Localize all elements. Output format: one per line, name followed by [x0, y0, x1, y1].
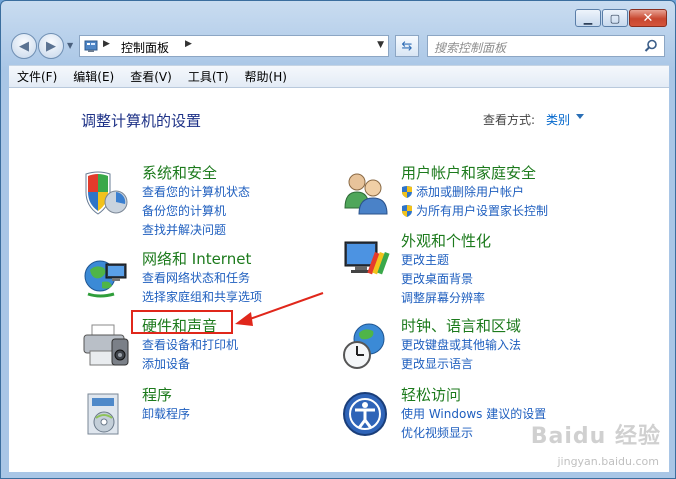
- view-by-label: 查看方式:: [483, 113, 536, 127]
- link-add-remove-accounts[interactable]: 添加或删除用户帐户: [401, 183, 548, 202]
- category-heading-user-accounts[interactable]: 用户帐户和家庭安全: [401, 162, 536, 183]
- control-panel-window: ▁ ▢ ✕ ◀ ▶ ▼ ▶ 控制面板 ▶ ▼ ⇆ 搜索控制面板 文件(F) 编辑…: [0, 0, 676, 479]
- menu-tools[interactable]: 工具(T): [180, 68, 237, 85]
- recent-pages-dropdown[interactable]: ▼: [67, 41, 73, 50]
- printer-icon[interactable]: [82, 321, 132, 371]
- network-globe-icon[interactable]: [82, 254, 132, 304]
- uac-shield-icon: [402, 186, 412, 198]
- uac-shield-icon: [402, 205, 412, 217]
- appearance-monitor-icon[interactable]: [341, 236, 391, 286]
- category-heading-network-internet[interactable]: 网络和 Internet: [142, 248, 251, 269]
- maximize-button[interactable]: ▢: [602, 9, 628, 27]
- navigation-bar: ◀ ▶ ▼ ▶ 控制面板 ▶ ▼ ⇆ 搜索控制面板: [9, 33, 669, 61]
- search-box[interactable]: 搜索控制面板: [427, 35, 665, 57]
- link-optimize-display[interactable]: 优化视频显示: [401, 424, 546, 443]
- category-heading-appearance[interactable]: 外观和个性化: [401, 230, 491, 251]
- menu-edit[interactable]: 编辑(E): [65, 68, 122, 85]
- link-desktop-background[interactable]: 更改桌面背景: [401, 270, 485, 289]
- category-links: 查看设备和打印机 添加设备: [142, 336, 238, 374]
- category-heading-programs[interactable]: 程序: [142, 384, 172, 405]
- category-links: 添加或删除用户帐户 为所有用户设置家长控制: [401, 183, 548, 221]
- address-dropdown-icon[interactable]: ▼: [377, 40, 384, 50]
- breadcrumb-control-panel[interactable]: 控制面板: [121, 39, 169, 56]
- menu-help[interactable]: 帮助(H): [237, 68, 295, 85]
- link-windows-recommended-settings[interactable]: 使用 Windows 建议的设置: [401, 405, 546, 424]
- menu-file[interactable]: 文件(F): [9, 68, 65, 85]
- baidu-watermark: Baidu 经验: [530, 424, 661, 449]
- menu-view[interactable]: 查看(V): [122, 68, 180, 85]
- back-button[interactable]: ◀: [11, 33, 37, 59]
- link-keyboard-input[interactable]: 更改键盘或其他输入法: [401, 336, 521, 355]
- category-heading-system-security[interactable]: 系统和安全: [142, 162, 217, 183]
- arrow-right-icon: ▶: [46, 38, 56, 54]
- refresh-button[interactable]: ⇆: [395, 35, 419, 57]
- link-label: 添加或删除用户帐户: [416, 185, 525, 199]
- category-links: 查看您的计算机状态 备份您的计算机 查找并解决问题: [142, 183, 250, 240]
- view-by-dropdown-icon[interactable]: [576, 114, 584, 119]
- baidu-watermark-url: jingyan.baidu.com: [557, 455, 659, 468]
- link-change-theme[interactable]: 更改主题: [401, 251, 485, 270]
- menu-bar: 文件(F) 编辑(E) 查看(V) 工具(T) 帮助(H): [9, 65, 669, 88]
- annotation-highlight-box: [131, 310, 233, 334]
- window-controls: ▁ ▢ ✕: [574, 9, 667, 27]
- control-panel-icon: [84, 40, 98, 52]
- title-bar: ▁ ▢ ✕: [1, 1, 675, 33]
- close-button[interactable]: ✕: [629, 9, 667, 27]
- link-parental-controls[interactable]: 为所有用户设置家长控制: [401, 202, 548, 221]
- forward-button[interactable]: ▶: [38, 33, 64, 59]
- link-homegroup-sharing[interactable]: 选择家庭组和共享选项: [142, 288, 262, 307]
- minimize-button[interactable]: ▁: [575, 9, 601, 27]
- programs-icon[interactable]: [82, 390, 132, 440]
- clock-globe-icon[interactable]: [341, 321, 391, 371]
- address-bar[interactable]: ▶ 控制面板 ▶ ▼: [79, 35, 389, 57]
- category-links: 卸载程序: [142, 405, 190, 424]
- security-shield-icon[interactable]: [82, 168, 132, 218]
- refresh-icon: ⇆: [401, 38, 413, 54]
- breadcrumb-separator-icon[interactable]: ▶: [103, 39, 110, 49]
- view-by-selector[interactable]: 类别: [546, 111, 570, 128]
- breadcrumb-separator-icon[interactable]: ▶: [185, 39, 192, 49]
- link-devices-printers[interactable]: 查看设备和打印机: [142, 336, 238, 355]
- link-network-status[interactable]: 查看网络状态和任务: [142, 269, 262, 288]
- category-heading-ease-of-access[interactable]: 轻松访问: [401, 384, 461, 405]
- category-links: 更改键盘或其他输入法 更改显示语言: [401, 336, 521, 374]
- category-links: 更改主题 更改桌面背景 调整屏幕分辨率: [401, 251, 485, 308]
- category-links: 使用 Windows 建议的设置 优化视频显示: [401, 405, 546, 443]
- link-display-language[interactable]: 更改显示语言: [401, 355, 521, 374]
- link-backup-computer[interactable]: 备份您的计算机: [142, 202, 250, 221]
- arrow-left-icon: ◀: [19, 38, 29, 54]
- ease-of-access-icon[interactable]: [341, 390, 391, 440]
- page-title: 调整计算机的设置: [81, 112, 202, 130]
- main-content: 调整计算机的设置 查看方式: 类别 系统和安全 查看您的计算机状态 备份您的计算…: [9, 88, 669, 472]
- user-accounts-icon[interactable]: [341, 168, 391, 218]
- link-add-device[interactable]: 添加设备: [142, 355, 238, 374]
- link-view-computer-status[interactable]: 查看您的计算机状态: [142, 183, 250, 202]
- link-uninstall-program[interactable]: 卸载程序: [142, 405, 190, 424]
- search-icon[interactable]: [643, 38, 659, 54]
- link-screen-resolution[interactable]: 调整屏幕分辨率: [401, 289, 485, 308]
- search-input[interactable]: 搜索控制面板: [434, 39, 506, 56]
- category-heading-clock-language-region[interactable]: 时钟、语言和区域: [401, 315, 521, 336]
- category-links: 查看网络状态和任务 选择家庭组和共享选项: [142, 269, 262, 307]
- link-troubleshoot[interactable]: 查找并解决问题: [142, 221, 250, 240]
- link-label: 为所有用户设置家长控制: [416, 204, 549, 218]
